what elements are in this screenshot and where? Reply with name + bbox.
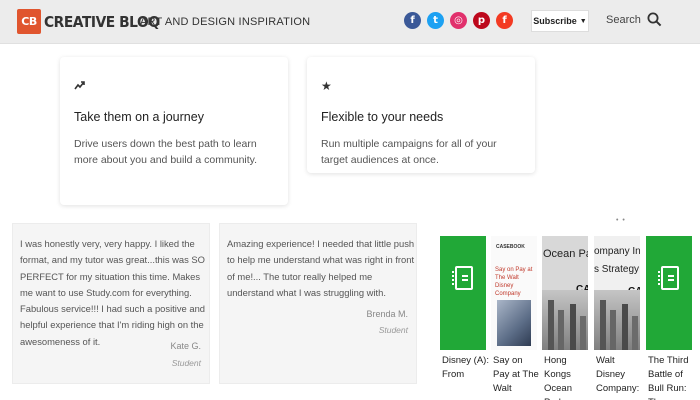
book-cover[interactable]: CASEBOOK Say on Pay at The Walt Disney C… [491, 236, 537, 350]
search-button[interactable]: Search [606, 12, 662, 27]
testimonial-role: Student [378, 325, 408, 335]
book-carousel: Disney (A): From CASEBOOK Say on Pay at … [440, 230, 700, 400]
book-cover[interactable]: ompany Invest s Strategy CA [594, 236, 640, 350]
search-icon [647, 12, 662, 27]
page: CB CREATIVE BLOQ ART AND DESIGN INSPIRAT… [0, 0, 700, 400]
cover-art [497, 300, 531, 346]
feature-card-journey: Take them on a journey Drive users down … [60, 57, 288, 205]
subscribe-button[interactable]: Subscribe ▼ [531, 10, 589, 32]
cover-title: Say on Pay at The Walt Disney Company [495, 267, 533, 297]
cover-title: ompany Invest [594, 246, 640, 257]
site-tagline: ART AND DESIGN INSPIRATION [140, 16, 311, 28]
chevron-down-icon: ▼ [579, 17, 587, 25]
pinterest-icon[interactable]: p [473, 12, 490, 29]
feature-card-flexible: ★ Flexible to your needs Run multiple ca… [307, 57, 535, 173]
notebook-icon [452, 266, 473, 290]
carousel-dots[interactable]: • • [616, 217, 626, 224]
book-cover[interactable]: Ocean Park Tai CA [542, 236, 588, 350]
testimonial-role: Student [171, 358, 201, 368]
site-header: CB CREATIVE BLOQ ART AND DESIGN INSPIRAT… [0, 0, 700, 44]
search-label: Search [606, 13, 641, 26]
notebook-icon [658, 266, 679, 290]
testimonial-quote: Amazing experience! I needed that little… [227, 238, 415, 298]
logo-badge: CB [17, 9, 41, 34]
feature-description: Drive users down the best path to learn … [74, 138, 258, 166]
star-icon: ★ [321, 79, 332, 93]
feature-title: Flexible to your needs [321, 110, 444, 124]
instagram-icon[interactable]: ◎ [450, 12, 467, 29]
book-title[interactable]: Say on Pay at The Walt [493, 354, 541, 396]
trend-up-icon [74, 79, 86, 93]
book-title[interactable]: Walt Disney Company: [596, 354, 644, 396]
book-title[interactable]: The Third Battle of Bull Run: The [648, 354, 696, 400]
book-title[interactable]: Hong Kongs Ocean Park [544, 354, 592, 400]
testimonial-author: Brenda M. [366, 309, 408, 319]
book-cover[interactable] [440, 236, 486, 350]
cover-subtitle: s Strategy [594, 264, 640, 275]
testimonial-quote: I was honestly very, very happy. I liked… [20, 238, 206, 347]
feature-title: Take them on a journey [74, 110, 204, 124]
subscribe-label: Subscribe [533, 16, 577, 26]
flipboard-icon[interactable]: f [496, 12, 513, 29]
testimonial-card: I was honestly very, very happy. I liked… [12, 223, 210, 384]
twitter-icon[interactable]: t [427, 12, 444, 29]
testimonial-card: Amazing experience! I needed that little… [219, 223, 417, 384]
cover-title: Ocean Park Tai [543, 248, 588, 260]
social-links: f t ◎ p f [404, 12, 513, 29]
cover-label: CASEBOOK [496, 244, 525, 250]
feature-description: Run multiple campaigns for all of your t… [321, 138, 497, 166]
testimonial-author: Kate G. [170, 341, 201, 351]
book-cover[interactable] [646, 236, 692, 350]
facebook-icon[interactable]: f [404, 12, 421, 29]
cover-art [542, 290, 588, 350]
book-title[interactable]: Disney (A): From [442, 354, 490, 382]
cover-art [594, 290, 640, 350]
